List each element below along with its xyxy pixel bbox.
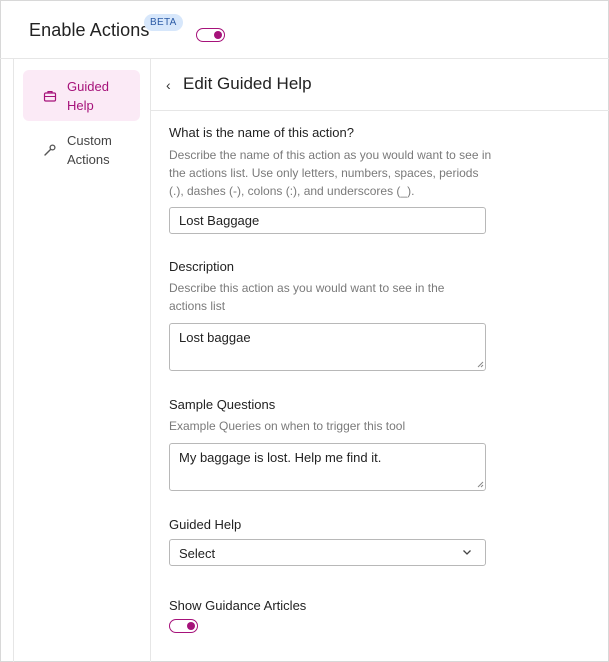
select-value: Select (179, 546, 216, 561)
panel-title: Edit Guided Help (183, 74, 312, 93)
resize-grip-icon[interactable] (477, 361, 484, 368)
back-chevron-icon[interactable]: ‹ (166, 78, 176, 92)
guidance-articles-toggle[interactable] (169, 619, 198, 633)
description-label: Description (169, 259, 235, 274)
beta-badge: BETA (144, 14, 183, 31)
sidebar-item-guided-help[interactable]: Guided Help (23, 70, 140, 121)
guidance-articles-label: Show Guidance Articles (169, 598, 307, 613)
action-name-input[interactable] (169, 207, 486, 234)
chevron-down-icon (463, 550, 471, 555)
sample-questions-help: Example Queries on when to trigger this … (169, 419, 406, 433)
header: Enable Actions BETA (0, 0, 609, 59)
name-label: What is the name of this action? (169, 125, 354, 140)
sample-questions-field[interactable]: My baggage is lost. Help me find it. (169, 443, 486, 491)
panel-header: ‹ Edit Guided Help (151, 59, 609, 111)
toggle-knob (214, 31, 222, 39)
guided-help-label: Guided Help (169, 517, 242, 532)
main-panel: ‹ Edit Guided Help What is the name of t… (151, 59, 609, 662)
name-help: Describe the name of this action as you … (169, 148, 492, 198)
sample-questions-label: Sample Questions (169, 397, 276, 412)
sidebar-item-label: Custom Actions (67, 133, 112, 167)
sidebar: Guided Help Custom Actions (13, 59, 151, 662)
description-field[interactable]: Lost baggae (169, 323, 486, 371)
page-title: Enable Actions (29, 20, 150, 40)
wrench-icon (44, 144, 56, 156)
resize-grip-icon[interactable] (477, 481, 484, 488)
sidebar-item-label: Guided Help (67, 79, 109, 113)
guided-help-select[interactable]: Select (169, 539, 486, 566)
toggle-knob (187, 622, 195, 630)
enable-actions-toggle[interactable] (196, 28, 225, 42)
sidebar-item-custom-actions[interactable]: Custom Actions (23, 124, 140, 175)
description-help: Describe this action as you would want t… (169, 281, 445, 313)
briefcase-icon (43, 91, 57, 102)
